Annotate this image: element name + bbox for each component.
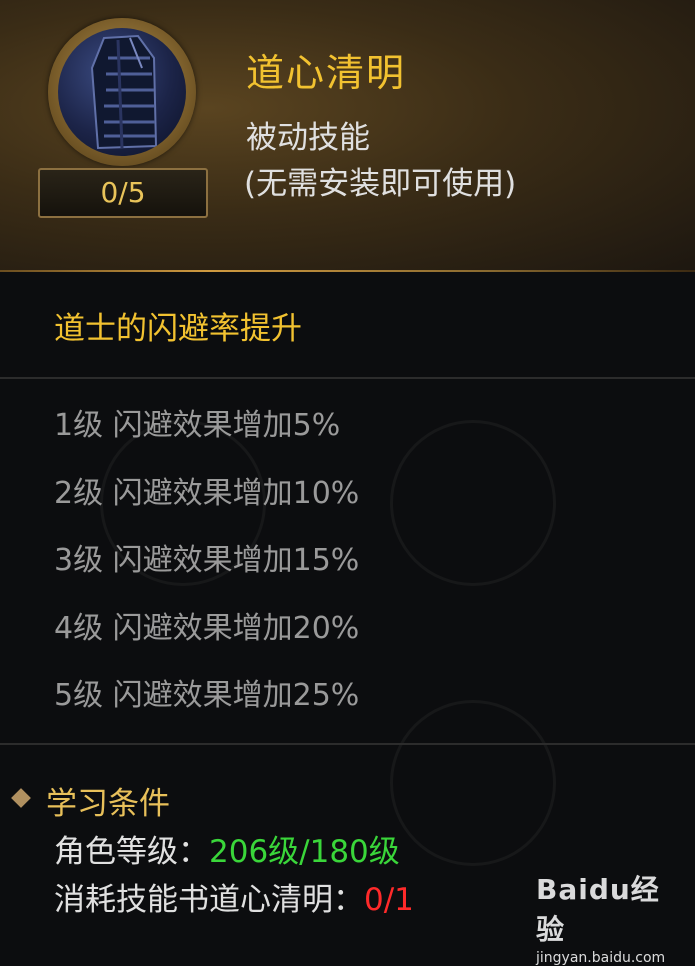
skill-header: 0/5 道心清明 被动技能 (无需安装即可使用) bbox=[0, 0, 695, 272]
role-level-label: 角色等级： bbox=[54, 834, 209, 870]
level-effects-list: 1级 闪避效果增加5% 2级 闪避效果增加10% 3级 闪避效果增加15% 4级… bbox=[54, 404, 359, 742]
diamond-bullet-icon bbox=[11, 788, 31, 808]
role-level-value: 206级/180级 bbox=[209, 834, 400, 870]
background-skill-slot bbox=[390, 420, 556, 586]
skill-summary: 道士的闪避率提升 bbox=[54, 311, 302, 347]
divider bbox=[0, 377, 695, 379]
baidu-watermark: Baidu经验 jingyan.baidu.com bbox=[536, 868, 676, 966]
skill-book-value: 0/1 bbox=[364, 882, 414, 918]
divider bbox=[0, 743, 695, 745]
skill-name: 道心清明 bbox=[246, 51, 407, 95]
skill-icon-frame[interactable] bbox=[48, 18, 196, 166]
level-effect-item: 5级 闪避效果增加25% bbox=[54, 678, 360, 713]
skill-book-requirement: 消耗技能书道心清明：0/1 bbox=[54, 874, 414, 919]
level-effect-item: 2级 闪避效果增加10% bbox=[54, 475, 360, 511]
level-effect-item: 3级 闪避效果增加15% bbox=[54, 543, 360, 578]
watermark-url: jingyan.baidu.com bbox=[536, 950, 666, 966]
skill-type: 被动技能 bbox=[246, 120, 370, 156]
watermark-brand: Baidu经验 bbox=[536, 873, 660, 946]
skill-usage-note: (无需安装即可使用) bbox=[244, 166, 517, 202]
role-level-requirement: 角色等级：206级/180级 bbox=[54, 826, 400, 871]
robe-icon bbox=[58, 28, 186, 156]
level-effect-item: 1级 闪避效果增加5% bbox=[54, 408, 341, 443]
requirements-title: 学习条件 bbox=[46, 786, 170, 822]
skill-level-counter: 0/5 bbox=[38, 168, 208, 218]
background-skill-slot bbox=[390, 700, 556, 866]
skill-book-label: 消耗技能书道心清明： bbox=[54, 882, 364, 918]
level-effect-item: 4级 闪避效果增加20% bbox=[54, 610, 360, 646]
